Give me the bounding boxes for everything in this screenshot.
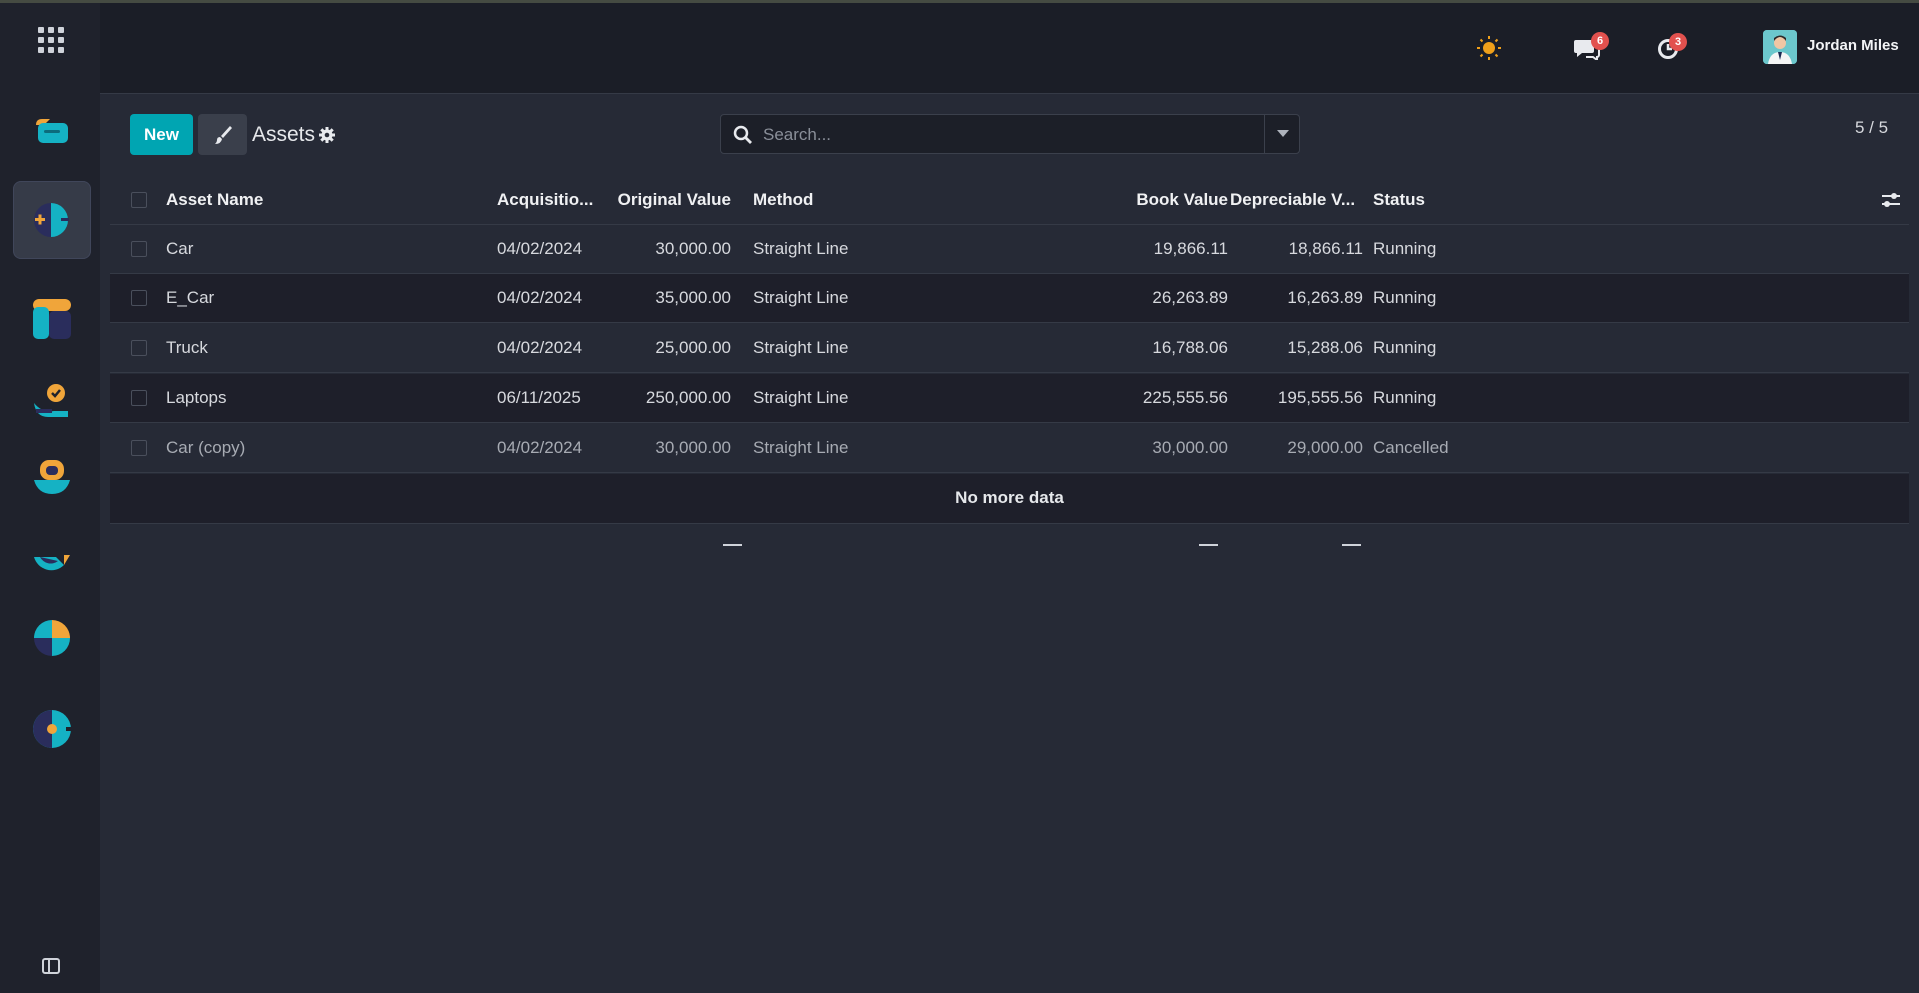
original-value: 35,000.00 xyxy=(655,288,731,307)
row-checkbox[interactable] xyxy=(131,290,147,306)
original-value: 30,000.00 xyxy=(655,438,731,457)
brush-button[interactable] xyxy=(198,114,247,155)
row-checkbox[interactable] xyxy=(131,241,147,257)
col-method[interactable]: Method xyxy=(753,176,813,224)
col-asset-name[interactable]: Asset Name xyxy=(166,176,263,224)
col-acquisition-date[interactable]: Acquisitio... xyxy=(497,176,597,224)
depreciable-value: 195,555.56 xyxy=(1277,388,1363,407)
book-value-total xyxy=(1199,544,1218,546)
asset-name: Car xyxy=(166,239,194,258)
original-value: 25,000.00 xyxy=(655,338,731,357)
optional-columns-icon[interactable] xyxy=(1881,192,1901,213)
book-value: 19,866.11 xyxy=(1153,239,1228,258)
asset-name: Truck xyxy=(166,338,208,357)
select-all-checkbox[interactable] xyxy=(131,192,147,208)
discuss-app-icon[interactable] xyxy=(13,94,91,172)
book-value: 16,788.06 xyxy=(1152,338,1228,357)
search-options-toggle[interactable] xyxy=(1264,114,1301,154)
acquisition-date: 04/02/2024 xyxy=(497,239,583,258)
original-value-total xyxy=(723,544,742,546)
status: Running xyxy=(1373,239,1437,258)
no-more-data: No more data xyxy=(110,474,1909,524)
user-name[interactable]: Jordan Miles xyxy=(1807,37,1899,54)
acquisition-date: 06/11/2025 xyxy=(497,388,581,407)
book-value: 30,000.00 xyxy=(1152,438,1228,457)
search-bar xyxy=(720,114,1300,154)
acquisition-date: 04/02/2024 xyxy=(497,438,583,457)
dashboard-app-icon[interactable] xyxy=(13,280,91,358)
messages-badge: 6 xyxy=(1591,32,1609,50)
col-status[interactable]: Status xyxy=(1373,176,1425,224)
settings-app-icon[interactable] xyxy=(13,690,91,768)
pager-value[interactable]: 5 / 5 xyxy=(1855,118,1888,138)
asset-name: Laptops xyxy=(166,388,227,407)
original-value: 250,000.00 xyxy=(645,388,731,407)
search-input[interactable] xyxy=(761,123,1285,147)
depreciable-value: 16,263.89 xyxy=(1287,288,1363,307)
activity-badge: 3 xyxy=(1669,33,1687,51)
method: Straight Line xyxy=(753,338,849,357)
method: Straight Line xyxy=(753,239,849,258)
app-menu-icon[interactable] xyxy=(38,27,64,53)
reports-app-icon[interactable] xyxy=(13,599,91,677)
book-value: 26,263.89 xyxy=(1152,288,1228,307)
col-original-value[interactable]: Original Value xyxy=(600,176,731,224)
top-navbar: 6 3 Jordan Miles xyxy=(100,3,1919,94)
table-header-row: Asset Name Acquisitio... Original Value … xyxy=(110,176,1909,225)
breadcrumb: Assets xyxy=(252,123,316,146)
row-checkbox[interactable] xyxy=(131,440,147,456)
search-icon xyxy=(733,125,752,144)
asset-name: E_Car xyxy=(166,288,215,307)
sidebar xyxy=(0,3,100,993)
row-checkbox[interactable] xyxy=(131,390,147,406)
depreciable-value: 29,000.00 xyxy=(1287,438,1363,457)
crm-app-icon[interactable] xyxy=(13,518,91,596)
col-book-value[interactable]: Book Value xyxy=(1120,176,1228,224)
col-depreciable-value[interactable]: Depreciable V... xyxy=(1230,176,1370,224)
avatar[interactable] xyxy=(1763,30,1797,64)
book-value: 225,555.56 xyxy=(1142,388,1228,407)
status: Running xyxy=(1373,338,1437,357)
table-row[interactable]: Car 04/02/2024 30,000.00 Straight Line 1… xyxy=(110,225,1909,274)
status: Running xyxy=(1373,388,1437,407)
depreciable-value-total xyxy=(1342,544,1361,546)
row-checkbox[interactable] xyxy=(131,340,147,356)
contacts-app-icon[interactable] xyxy=(13,437,91,515)
status: Running xyxy=(1373,288,1437,307)
status: Cancelled xyxy=(1373,438,1449,457)
table-row[interactable]: Truck 04/02/2024 25,000.00 Straight Line… xyxy=(110,324,1909,373)
assets-app-icon[interactable] xyxy=(13,181,91,259)
table-row[interactable]: E_Car 04/02/2024 35,000.00 Straight Line… xyxy=(110,274,1909,323)
activity-clock-icon[interactable]: 3 xyxy=(1657,33,1687,65)
depreciable-value: 15,288.06 xyxy=(1287,338,1363,357)
acquisition-date: 04/02/2024 xyxy=(497,288,583,307)
sidebar-toggle-icon[interactable] xyxy=(42,958,60,974)
gear-icon[interactable] xyxy=(318,126,336,149)
original-value: 30,000.00 xyxy=(655,239,731,258)
caret-down-icon xyxy=(1277,130,1289,137)
acquisition-date: 04/02/2024 xyxy=(497,338,583,357)
new-button[interactable]: New xyxy=(130,114,193,155)
method: Straight Line xyxy=(753,288,849,307)
approvals-app-icon[interactable] xyxy=(13,360,91,438)
depreciable-value: 18,866.11 xyxy=(1288,239,1363,258)
method: Straight Line xyxy=(753,388,849,407)
table-row[interactable]: Laptops 06/11/2025 250,000.00 Straight L… xyxy=(110,374,1909,423)
messages-icon[interactable]: 6 xyxy=(1574,32,1609,65)
method: Straight Line xyxy=(753,438,849,457)
asset-name: Car (copy) xyxy=(166,438,246,457)
table-row[interactable]: Car (copy) 04/02/2024 30,000.00 Straight… xyxy=(110,424,1909,473)
sun-icon[interactable] xyxy=(1476,35,1502,66)
brush-icon xyxy=(214,125,232,144)
